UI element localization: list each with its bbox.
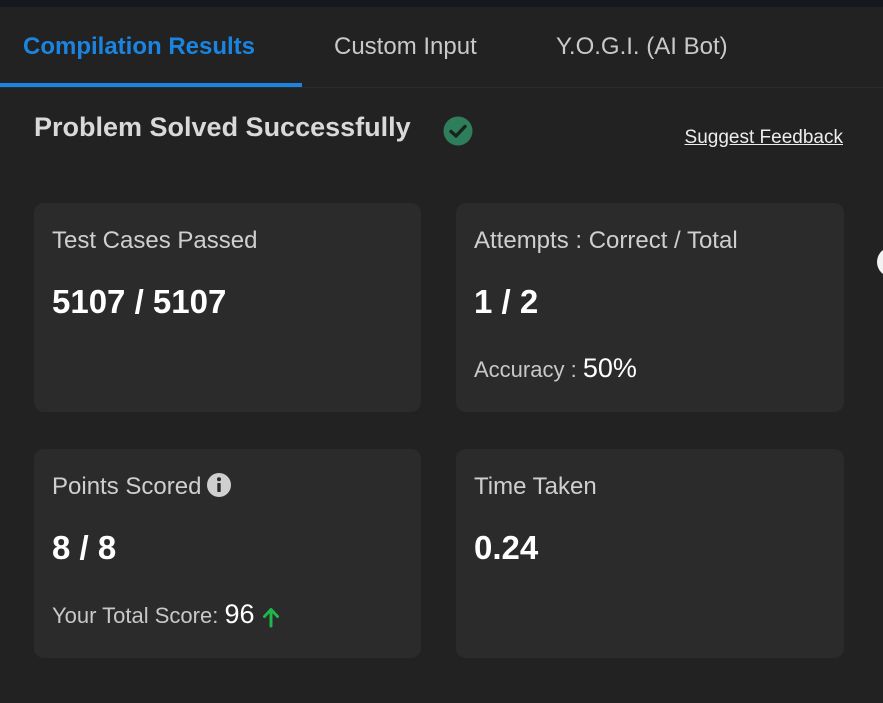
total-score-value: 96 — [224, 599, 255, 629]
suggest-feedback-link[interactable]: Suggest Feedback — [685, 127, 843, 149]
top-strip — [0, 0, 883, 7]
attempts-card: Attempts : Correct / Total 1 / 2 Accurac… — [456, 203, 844, 412]
test-cases-card: Test Cases Passed 5107 / 5107 — [34, 203, 421, 412]
points-label: Points Scored — [52, 473, 202, 500]
floating-button-edge[interactable] — [877, 247, 883, 277]
attempts-label: Attempts : Correct / Total — [474, 227, 738, 254]
test-cases-value: 5107 / 5107 — [52, 283, 227, 320]
attempts-value: 1 / 2 — [474, 283, 539, 320]
points-label-row: Points Scored — [52, 472, 232, 501]
points-card: Points Scored 8 / 8 Your Total Score: 96 — [34, 449, 421, 658]
accuracy-label: Accuracy : — [474, 357, 583, 382]
total-score-label: Your Total Score: — [52, 603, 225, 628]
info-icon[interactable] — [207, 472, 232, 497]
time-label: Time Taken — [474, 473, 597, 500]
tab-compilation-results[interactable]: Compilation Results — [23, 7, 255, 86]
active-tab-indicator — [0, 83, 302, 87]
tab-bar: Compilation Results Custom Input Y.O.G.I… — [0, 7, 883, 88]
arrow-up-icon — [262, 608, 279, 628]
points-value: 8 / 8 — [52, 529, 117, 566]
total-score-row: Your Total Score: 96 — [52, 599, 281, 630]
accuracy-value: 50% — [582, 353, 637, 383]
test-cases-label: Test Cases Passed — [52, 227, 258, 254]
check-circle-icon — [443, 116, 473, 146]
time-value: 0.24 — [474, 529, 539, 566]
tab-yogi-ai-bot[interactable]: Y.O.G.I. (AI Bot) — [556, 7, 728, 86]
accuracy-row: Accuracy : 50% — [474, 353, 637, 384]
status-title: Problem Solved Successfully — [34, 112, 411, 142]
time-card: Time Taken 0.24 — [456, 449, 844, 658]
tab-custom-input[interactable]: Custom Input — [334, 7, 477, 86]
